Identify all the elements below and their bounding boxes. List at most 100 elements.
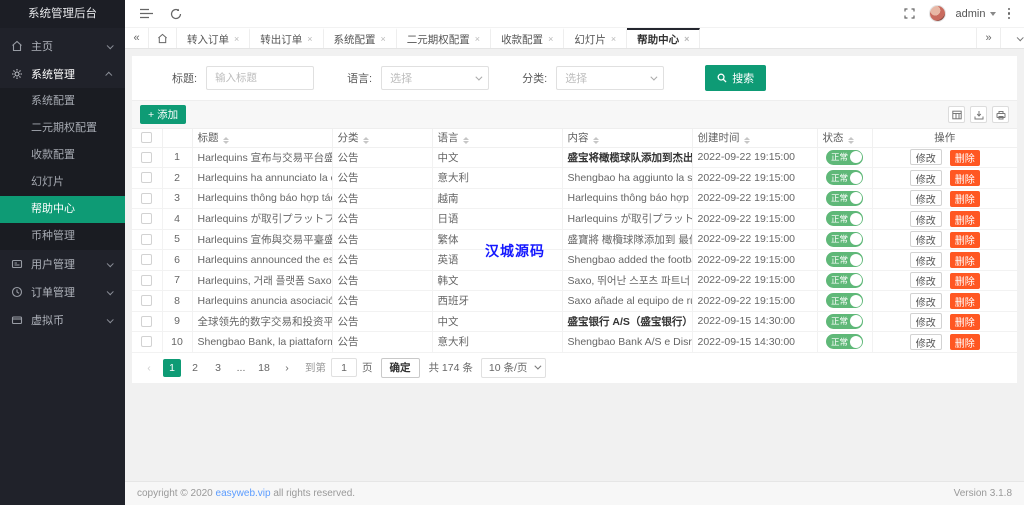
easyweb-link[interactable]: easyweb.vip [216, 488, 271, 499]
status-toggle[interactable]: 正常 [826, 149, 863, 165]
sidebar-item-users[interactable]: 用户管理 [0, 250, 125, 278]
page-button[interactable]: 3 [209, 359, 227, 377]
page-button[interactable]: ... [232, 359, 250, 377]
row-checkbox[interactable] [141, 172, 153, 184]
row-checkbox[interactable] [141, 295, 153, 307]
sort-icon[interactable] [743, 137, 750, 145]
edit-button[interactable]: 修改 [909, 272, 942, 288]
delete-button[interactable]: 删除 [949, 211, 980, 227]
row-checkbox[interactable] [141, 213, 153, 225]
tab[interactable]: 转入订单 × [177, 28, 251, 48]
page-button[interactable]: 18 [255, 359, 273, 377]
column-created[interactable]: 创建时间 [691, 129, 818, 148]
sidebar-subitem[interactable]: 收款配置 [0, 142, 125, 169]
tabs-scroll-right[interactable]: » [976, 28, 1000, 48]
edit-button[interactable]: 修改 [909, 149, 942, 165]
sidebar-subitem[interactable]: 币种管理 [0, 223, 125, 250]
search-button[interactable]: 搜索 [705, 65, 767, 91]
tab-home[interactable] [149, 28, 177, 48]
sidebar-subitem[interactable]: 幻灯片 [0, 169, 125, 196]
edit-button[interactable]: 修改 [909, 210, 942, 227]
delete-button[interactable]: 删除 [949, 272, 980, 289]
jump-confirm-button[interactable]: 确定 [380, 357, 420, 378]
sort-icon[interactable] [592, 137, 599, 145]
column-language[interactable]: 语言 [431, 129, 563, 148]
edit-button[interactable]: 修改 [909, 333, 942, 350]
row-checkbox[interactable] [141, 254, 153, 266]
delete-button[interactable]: 删除 [949, 252, 980, 268]
row-checkbox[interactable] [141, 233, 153, 245]
tab[interactable]: 系统配置 × [324, 28, 397, 48]
status-toggle[interactable]: 正常 [826, 272, 863, 288]
tab-close-icon[interactable]: × [307, 34, 312, 44]
print-icon[interactable] [992, 106, 1009, 123]
column-status[interactable]: 状态 [816, 129, 873, 148]
row-checkbox[interactable] [141, 336, 153, 348]
page-jump-input[interactable] [331, 358, 357, 377]
user-menu[interactable]: admin [956, 8, 996, 20]
delete-button[interactable]: 删除 [949, 293, 980, 309]
sidebar-subitem[interactable]: 帮助中心 [0, 196, 125, 223]
prev-page-button[interactable]: ‹ [140, 359, 158, 377]
select-all-checkbox[interactable] [141, 132, 153, 144]
edit-button[interactable]: 修改 [909, 231, 942, 247]
tab[interactable]: 二元期权配置 × [397, 28, 492, 48]
category-select[interactable]: 选择 [556, 66, 665, 90]
sidebar-item-orders[interactable]: 订单管理 [0, 278, 125, 306]
sidebar-item-crypto[interactable]: 虚拟币 [0, 306, 125, 334]
status-toggle[interactable]: 正常 [826, 211, 863, 227]
status-toggle[interactable]: 正常 [826, 293, 863, 309]
sidebar-subitem[interactable]: 系统配置 [0, 88, 125, 115]
sidebar-item-system[interactable]: 系统管理 [0, 60, 125, 88]
delete-button[interactable]: 删除 [949, 170, 980, 186]
next-page-button[interactable]: › [278, 359, 296, 377]
sidebar-subitem[interactable]: 二元期权配置 [0, 115, 125, 142]
column-category[interactable]: 分类 [331, 129, 433, 148]
more-menu-icon[interactable] [1006, 6, 1013, 22]
edit-button[interactable]: 修改 [909, 313, 942, 329]
page-button[interactable]: 1 [163, 358, 181, 377]
sort-icon[interactable] [462, 137, 469, 145]
edit-button[interactable]: 修改 [909, 169, 942, 186]
tab-close-icon[interactable]: × [475, 34, 480, 44]
sort-icon[interactable] [222, 137, 229, 145]
row-checkbox[interactable] [141, 315, 153, 327]
row-checkbox[interactable] [141, 151, 153, 163]
sidebar-toggle-icon[interactable] [137, 5, 155, 23]
row-checkbox[interactable] [141, 192, 153, 204]
export-icon[interactable] [970, 106, 987, 123]
delete-button[interactable]: 删除 [949, 334, 980, 350]
tab[interactable]: 转出订单 × [250, 28, 324, 48]
delete-button[interactable]: 删除 [949, 231, 980, 248]
delete-button[interactable]: 删除 [949, 149, 980, 166]
status-toggle[interactable]: 正常 [826, 313, 863, 329]
tab-close-icon[interactable]: × [381, 34, 386, 44]
status-toggle[interactable]: 正常 [826, 170, 863, 186]
tab[interactable]: 帮助中心 × [627, 28, 701, 48]
row-checkbox[interactable] [141, 274, 153, 286]
sort-icon[interactable] [847, 137, 854, 145]
sidebar-item-home[interactable]: 主页 [0, 32, 125, 60]
page-button[interactable]: 2 [186, 359, 204, 377]
delete-button[interactable]: 删除 [949, 190, 980, 207]
language-select[interactable]: 选择 [381, 66, 490, 90]
status-toggle[interactable]: 正常 [826, 231, 863, 247]
status-toggle[interactable]: 正常 [826, 252, 863, 268]
tab-close-icon[interactable]: × [234, 34, 239, 44]
tab[interactable]: 收款配置 × [491, 28, 565, 48]
status-toggle[interactable]: 正常 [826, 190, 863, 206]
status-toggle[interactable]: 正常 [826, 334, 863, 350]
refresh-icon[interactable] [167, 5, 185, 23]
edit-button[interactable]: 修改 [909, 190, 942, 206]
tab[interactable]: 幻灯片 × [564, 28, 628, 48]
delete-button[interactable]: 删除 [949, 313, 980, 330]
filter-columns-icon[interactable] [948, 106, 965, 123]
title-filter-input[interactable] [206, 66, 315, 90]
column-content[interactable]: 内容 [561, 129, 693, 148]
add-button[interactable]: + 添加 [140, 105, 187, 124]
sort-icon[interactable] [362, 137, 369, 145]
edit-button[interactable]: 修改 [909, 251, 942, 268]
column-title[interactable]: 标题 [191, 129, 333, 148]
avatar[interactable] [928, 5, 946, 22]
page-size-select[interactable]: 10 条/页 [480, 357, 547, 378]
